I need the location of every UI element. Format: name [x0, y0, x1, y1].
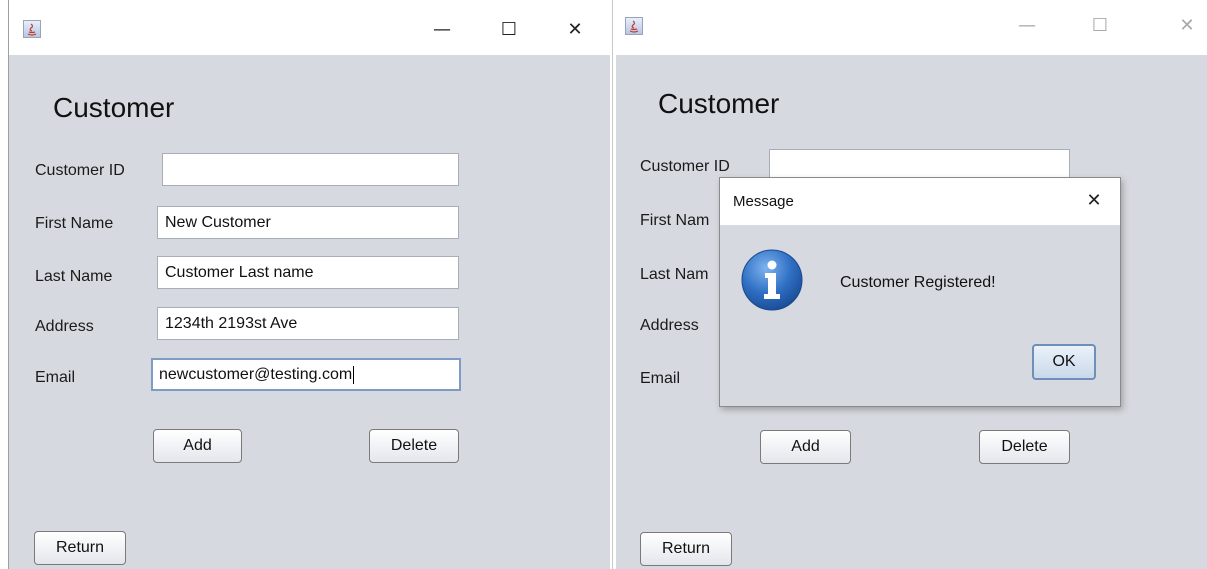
- email-input[interactable]: newcustomer@testing.com: [151, 358, 461, 391]
- label-customer-id: Customer ID: [640, 158, 730, 175]
- page-title: Customer: [658, 88, 780, 119]
- label-first-name: First Name: [35, 215, 114, 232]
- label-first-name: First Nam: [640, 212, 710, 229]
- close-icon[interactable]: ✕: [555, 10, 595, 50]
- maximize-icon[interactable]: ☐: [489, 10, 529, 50]
- message-dialog: Message ✕ Customer Registered! OK: [719, 177, 1121, 407]
- title-bar: — ☐ ✕: [9, 0, 610, 55]
- page-title: Customer: [53, 92, 175, 123]
- address-input[interactable]: 1234th 2193st Ave: [157, 307, 459, 340]
- last-name-input[interactable]: Customer Last name: [157, 256, 459, 289]
- email-input-value: newcustomer@testing.com: [159, 366, 353, 383]
- return-button[interactable]: Return: [640, 532, 732, 566]
- ok-button[interactable]: OK: [1032, 344, 1096, 380]
- minimize-icon[interactable]: —: [1007, 6, 1047, 46]
- dialog-title-bar: Message ✕: [720, 178, 1120, 225]
- delete-button[interactable]: Delete: [979, 430, 1070, 464]
- label-last-name: Last Nam: [640, 266, 709, 283]
- minimize-icon[interactable]: —: [422, 10, 462, 50]
- customer-window-left: — ☐ ✕ Customer Customer ID First Name Ne…: [8, 0, 610, 569]
- java-app-icon: [23, 20, 41, 38]
- maximize-icon[interactable]: ☐: [1080, 6, 1120, 46]
- label-last-name: Last Name: [35, 268, 113, 285]
- label-address: Address: [640, 317, 699, 334]
- label-customer-id: Customer ID: [35, 162, 125, 179]
- title-bar: — ☐ ✕: [616, 0, 1207, 55]
- return-button[interactable]: Return: [34, 531, 126, 565]
- label-address: Address: [35, 318, 94, 335]
- info-icon: [740, 248, 804, 312]
- close-icon[interactable]: ✕: [1167, 6, 1207, 46]
- label-email: Email: [35, 369, 76, 386]
- customer-id-input[interactable]: [162, 153, 459, 186]
- close-icon[interactable]: ✕: [1076, 183, 1112, 219]
- add-button[interactable]: Add: [760, 430, 851, 464]
- java-app-icon: [625, 17, 643, 35]
- divider-line: [612, 0, 613, 569]
- add-button[interactable]: Add: [153, 429, 242, 463]
- label-email: Email: [640, 370, 681, 387]
- dialog-message: Customer Registered!: [840, 274, 996, 291]
- dialog-title: Message: [733, 193, 794, 210]
- delete-button[interactable]: Delete: [369, 429, 459, 463]
- text-caret: [353, 365, 355, 384]
- first-name-input[interactable]: New Customer: [157, 206, 459, 239]
